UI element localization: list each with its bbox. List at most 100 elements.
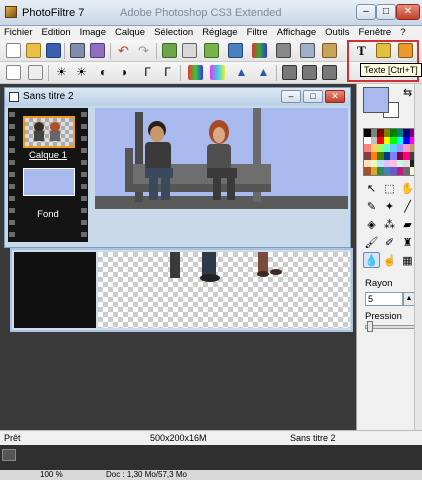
open-icon[interactable] — [26, 43, 41, 58]
smudge-icon[interactable]: ☝ — [381, 252, 398, 268]
contrast-minus-icon[interactable]: ◐ — [96, 65, 111, 80]
redo-icon[interactable]: ↷ — [136, 43, 151, 58]
rayon-label: Rayon — [365, 278, 393, 289]
menu-calque[interactable]: Calque — [115, 26, 145, 40]
layer-thumbnail-fond[interactable] — [23, 168, 75, 196]
menu-filtre[interactable]: Filtre — [247, 26, 268, 40]
pointer-icon[interactable]: ↖ — [363, 180, 380, 196]
document-minimize-button[interactable]: – — [281, 90, 301, 103]
status-document-name: Sans titre 2 — [290, 433, 336, 443]
status-bar: Prêt 500x200x16M Sans titre 2 — [0, 430, 422, 445]
auto-contrast-icon[interactable] — [28, 65, 43, 80]
app-icon — [5, 6, 17, 18]
layer-thumbnail-calque-1[interactable] — [23, 116, 75, 148]
minimize-button[interactable]: – — [356, 4, 376, 20]
gamma-plus-icon[interactable]: Γ — [160, 65, 175, 80]
crop-icon[interactable] — [300, 43, 315, 58]
background-layer-strip — [14, 252, 96, 328]
menu-selection[interactable]: Sélection — [154, 26, 193, 40]
canvas-strip — [95, 209, 348, 243]
blur-drop-icon[interactable]: 💧 — [363, 252, 380, 268]
document-icon — [9, 92, 19, 102]
toolbar-separator — [64, 43, 65, 59]
print-icon[interactable] — [70, 43, 85, 58]
background-document — [10, 248, 353, 332]
canvas-scene — [95, 108, 348, 209]
window-title: PhotoFiltre 7 — [22, 7, 85, 19]
flip-icon[interactable] — [302, 65, 317, 80]
selection-icon[interactable]: ⬚ — [381, 180, 398, 196]
sharpen-icon[interactable]: ▲ — [256, 65, 271, 80]
new-icon[interactable] — [6, 43, 21, 58]
brightness-plus-icon[interactable]: ☀ — [74, 65, 89, 80]
undo-icon[interactable]: ↶ — [116, 43, 131, 58]
menu-reglage[interactable]: Réglage — [202, 26, 237, 40]
zoom-icon[interactable] — [2, 449, 16, 461]
hue-icon[interactable] — [210, 65, 225, 80]
paste-icon[interactable] — [182, 43, 197, 58]
saturation-icon[interactable] — [188, 65, 203, 80]
toolbar-separator — [180, 65, 181, 81]
tooltip: Texte [Ctrl+T] — [360, 63, 422, 77]
layer-label-fond[interactable]: Fond — [8, 209, 88, 220]
fill-icon[interactable]: ◈ — [363, 216, 380, 232]
pression-slider-thumb[interactable] — [367, 321, 373, 332]
menu-fenetre[interactable]: Fenêtre — [358, 26, 391, 40]
document-close-button[interactable]: ✕ — [325, 90, 345, 103]
rotate-icon[interactable] — [322, 65, 337, 80]
toolbar-separator — [48, 65, 49, 81]
fit-icon[interactable] — [252, 43, 267, 58]
document-title-bar: Sans titre 2 – □ ✕ — [5, 88, 350, 106]
swap-colors-icon[interactable]: ⇆ — [403, 86, 412, 99]
toolbar-separator — [276, 65, 277, 81]
photoshop-status-bar: 100 % Doc : 1,30 Mo/57,3 Mo — [0, 470, 422, 480]
filter-icon[interactable] — [322, 43, 337, 58]
menu-affichage[interactable]: Affichage — [277, 26, 316, 40]
menu-fichier[interactable]: Fichier — [4, 26, 33, 40]
foreground-color-swatch[interactable] — [363, 87, 389, 113]
menu-outils[interactable]: Outils — [325, 26, 349, 40]
tool-grid: ↖ ⬚ ✋ ✎ ✦ ╱ ◈ ⁂ ▰ 🖌 ✐ ♜ 💧 ☝ ▦ — [363, 180, 417, 268]
transparent-canvas — [98, 252, 350, 328]
gamma-minus-icon[interactable]: Γ — [140, 65, 155, 80]
canvas-icon[interactable] — [228, 43, 243, 58]
clone-icon[interactable]: ✐ — [381, 234, 398, 250]
toolbar-separator — [156, 43, 157, 59]
rayon-input[interactable]: 5 — [365, 292, 403, 306]
maximize-button[interactable]: □ — [376, 4, 396, 20]
status-state: Prêt — [4, 433, 21, 443]
scan-icon[interactable] — [90, 43, 105, 58]
contrast-plus-icon[interactable]: ◑ — [116, 65, 131, 80]
magic-wand-icon[interactable]: ✦ — [381, 198, 398, 214]
eyedropper-icon[interactable]: ✎ — [363, 198, 380, 214]
title-bar: PhotoFiltre 7 Adobe Photoshop CS3 Extend… — [0, 0, 422, 26]
layer-label-calque-1[interactable]: Calque 1 — [8, 150, 88, 161]
photoshop-zoom: 100 % — [40, 470, 63, 479]
menu-image[interactable]: Image — [80, 26, 106, 40]
color-palette[interactable] — [363, 128, 417, 176]
panel-scrollbar[interactable] — [414, 84, 422, 430]
blur-icon[interactable]: ▲ — [234, 65, 249, 80]
menu-help[interactable]: ? — [400, 26, 405, 40]
film-sprockets-left — [9, 108, 15, 242]
photoshop-doc-info: Doc : 1,30 Mo/57,3 Mo — [106, 470, 187, 479]
copy-icon[interactable] — [162, 43, 177, 58]
spray-icon[interactable]: ⁂ — [381, 216, 398, 232]
close-button[interactable]: ✕ — [396, 4, 420, 20]
save-icon[interactable] — [46, 43, 61, 58]
mirror-icon[interactable] — [282, 65, 297, 80]
tool-panel: ⇆ ↖ ⬚ ✋ ✎ ✦ ╱ ◈ ⁂ ▰ 🖌 ✐ ♜ 💧 ☝ ▦ Rayon 5 … — [356, 84, 422, 430]
image-size-icon[interactable] — [204, 43, 219, 58]
document-maximize-button[interactable]: □ — [303, 90, 323, 103]
document-title: Sans titre 2 — [23, 91, 74, 102]
menu-edition[interactable]: Edition — [42, 26, 71, 40]
brush-icon[interactable]: 🖌 — [363, 234, 380, 250]
status-image-size: 500x200x16M — [150, 433, 207, 443]
film-sprockets-right — [81, 108, 87, 242]
auto-level-icon[interactable] — [6, 65, 21, 80]
brightness-minus-icon[interactable]: ☀ — [54, 65, 69, 80]
layer-thumbnail-figures — [34, 122, 60, 141]
image-canvas[interactable] — [95, 108, 348, 209]
layer-filmstrip: Calque 1 Fond — [8, 108, 88, 242]
color-swap-icon[interactable] — [276, 43, 291, 58]
